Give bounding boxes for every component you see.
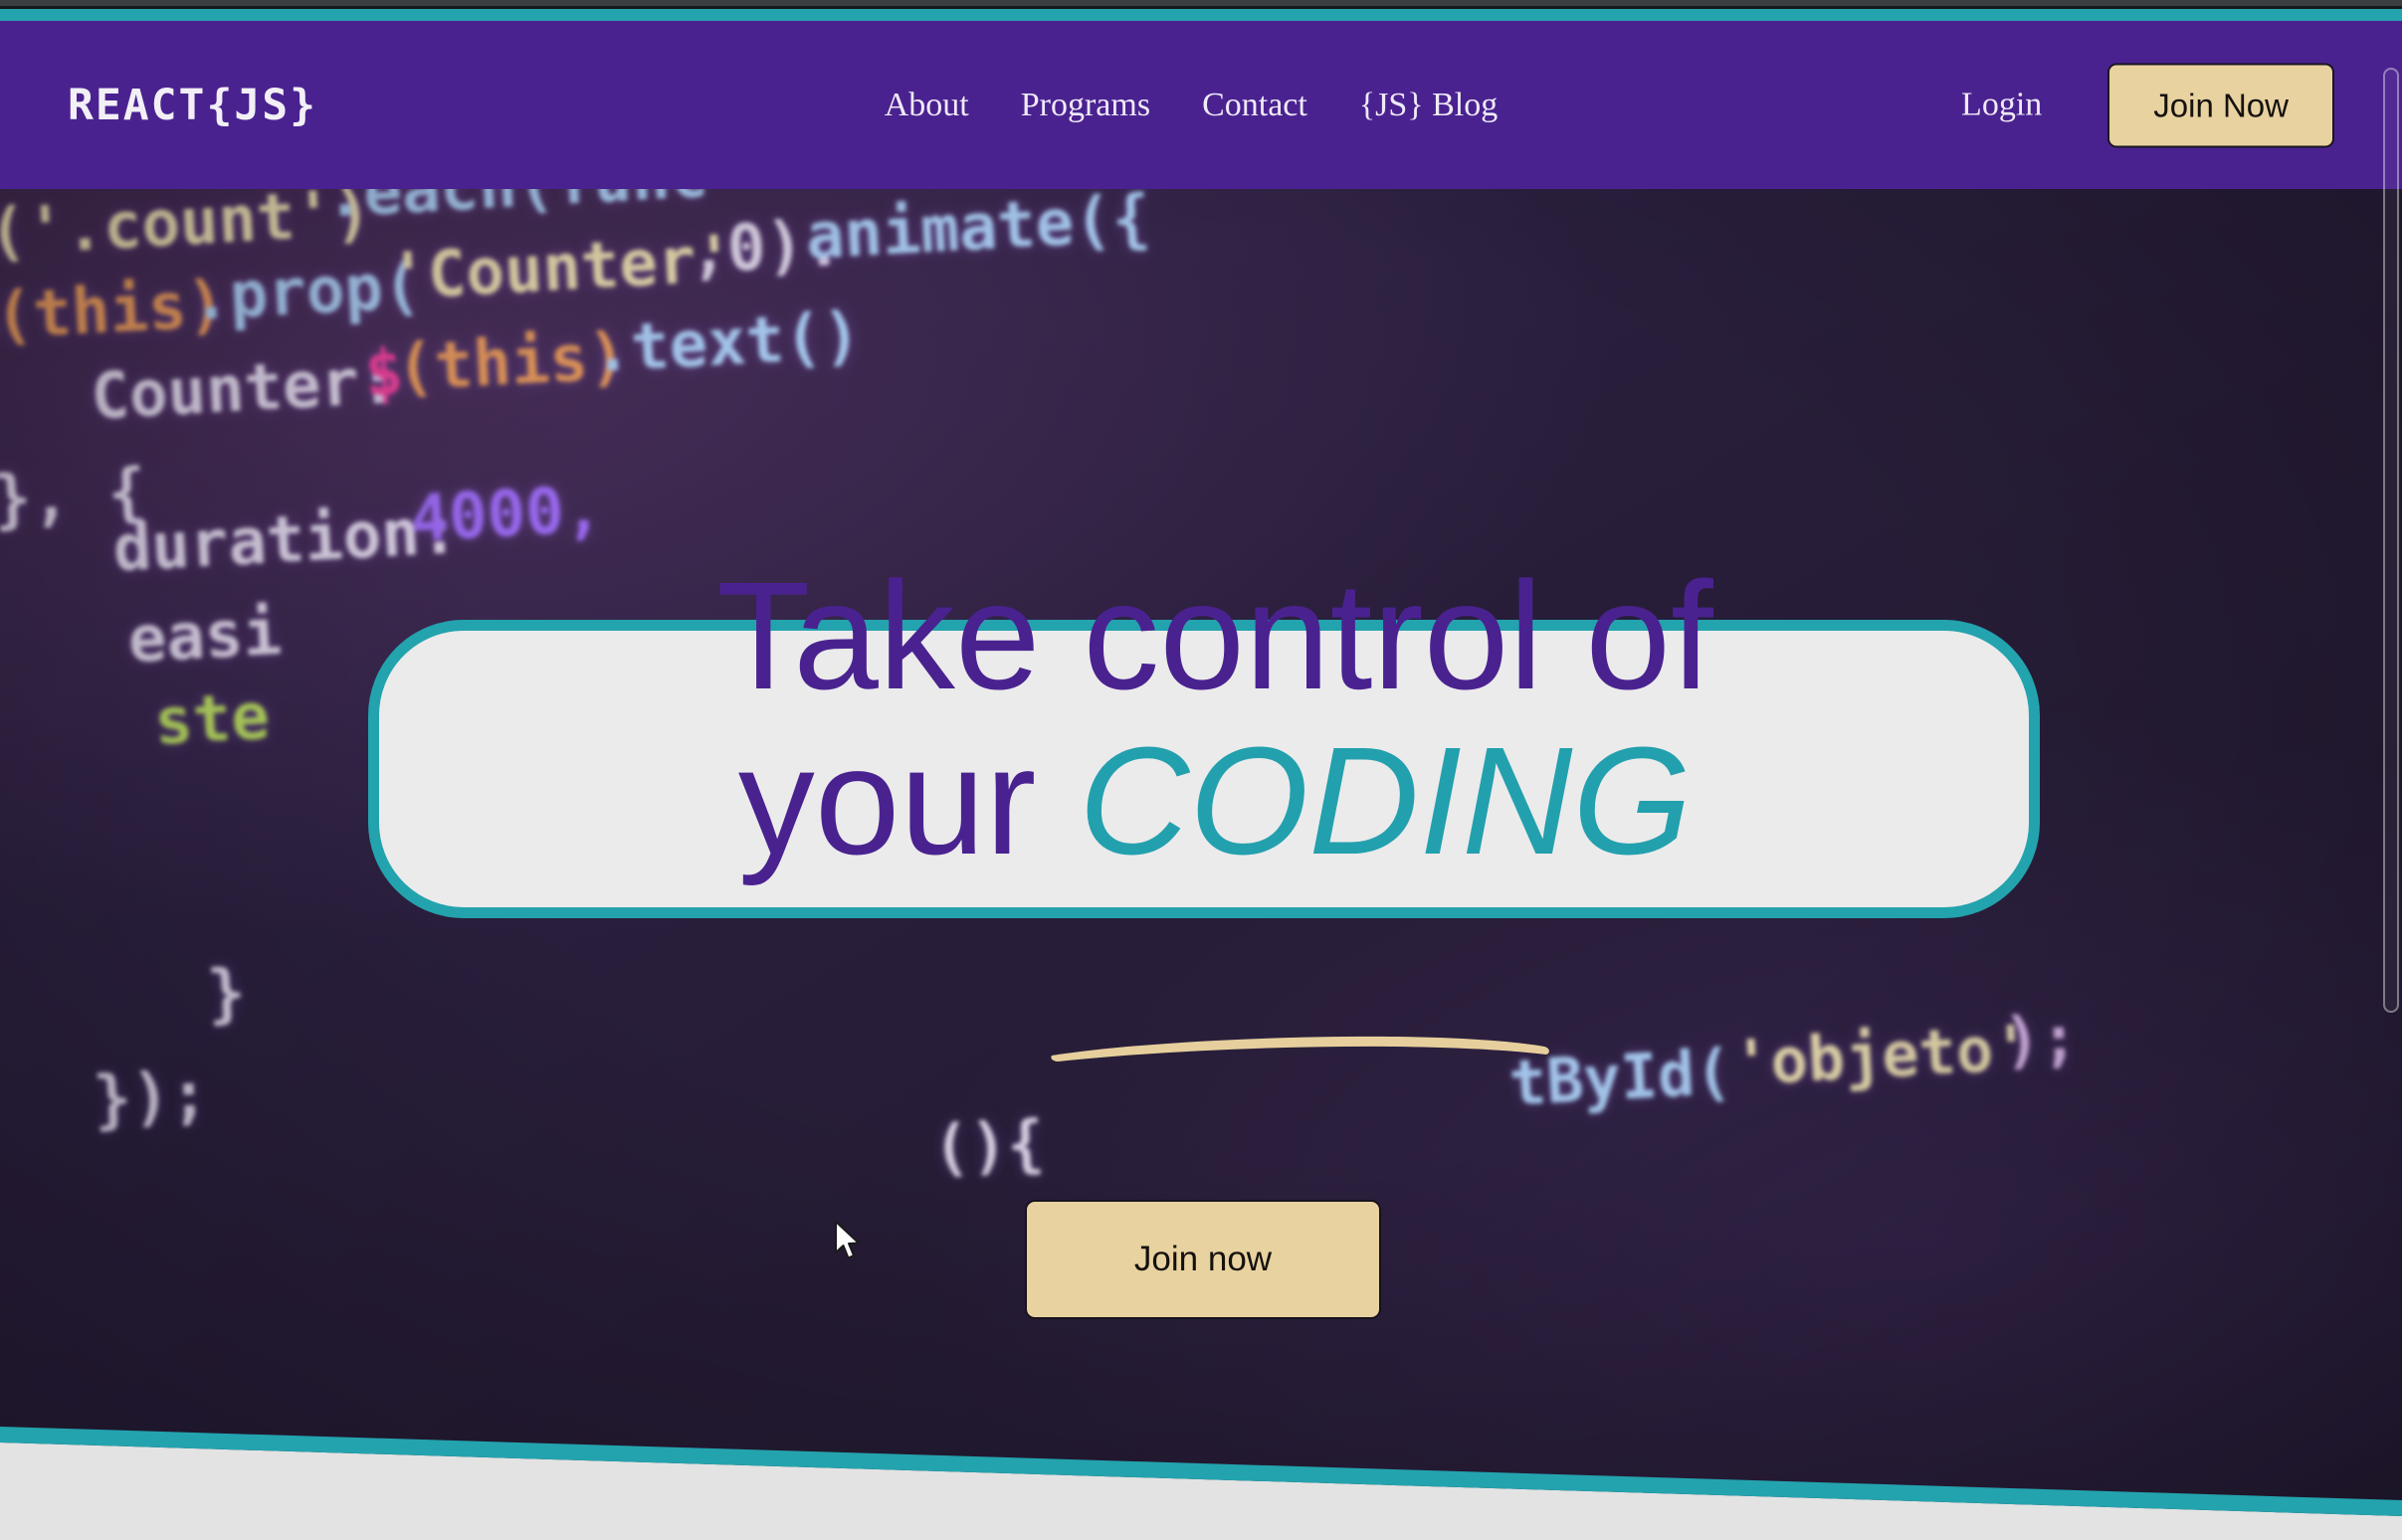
hero-headline: Take control of your CODING bbox=[379, 553, 2051, 884]
headline-line-1: Take control of bbox=[716, 550, 1713, 721]
nav-link-about[interactable]: About bbox=[885, 87, 969, 124]
headline-emphasis-coding: CODING bbox=[1079, 715, 1693, 887]
header-actions: Login Join Now bbox=[1961, 63, 2334, 147]
primary-navigation: About Programs Contact {JS} Blog bbox=[885, 87, 1499, 124]
hero-headline-card: Take control of your CODING bbox=[368, 553, 2040, 918]
join-now-hero-button[interactable]: Join now bbox=[1025, 1200, 1381, 1319]
coding-brush-underline bbox=[1051, 1036, 1549, 1061]
brand-logo[interactable]: REACT{JS} bbox=[68, 81, 317, 130]
page-top-accent-bar bbox=[0, 9, 2402, 21]
section-diagonal-divider bbox=[0, 1427, 2402, 1540]
site-header: REACT{JS} About Programs Contact {JS} Bl… bbox=[0, 21, 2402, 189]
headline-line-2: your CODING bbox=[379, 718, 2051, 883]
nav-link-contact[interactable]: Contact bbox=[1202, 87, 1307, 124]
page-scrollbar-thumb[interactable] bbox=[2383, 68, 2399, 1013]
nav-link-programs[interactable]: Programs bbox=[1021, 87, 1150, 124]
page-scrollbar-track[interactable] bbox=[2380, 42, 2402, 1540]
nav-link-js-blog[interactable]: {JS} Blog bbox=[1359, 87, 1498, 124]
hero-section: $ ('.count') .each(func $ (this) .prop( … bbox=[0, 21, 2402, 1540]
login-link[interactable]: Login bbox=[1961, 87, 2042, 124]
join-now-header-button[interactable]: Join Now bbox=[2107, 63, 2334, 147]
headline-line-2-prefix: your bbox=[737, 715, 1080, 887]
